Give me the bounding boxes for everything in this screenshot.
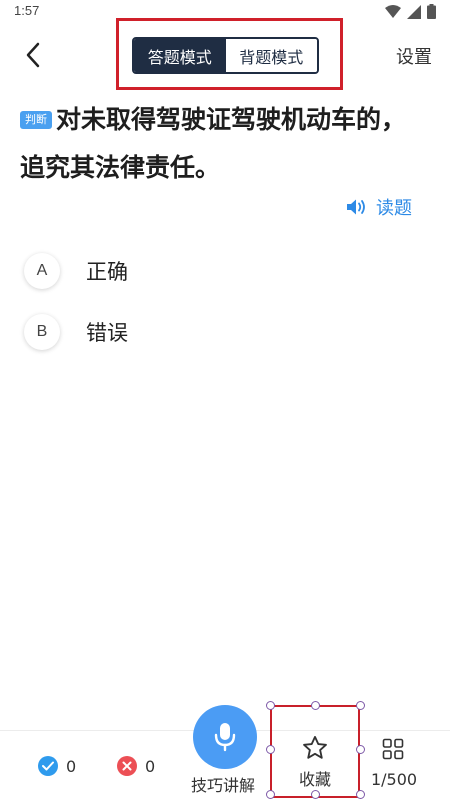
resize-handle[interactable] — [266, 745, 275, 754]
resize-handle[interactable] — [266, 790, 275, 799]
settings-button[interactable]: 设置 — [396, 43, 432, 69]
status-time: 1:57 — [14, 3, 40, 18]
option-b[interactable]: B 错误 — [24, 312, 424, 352]
option-letter: B — [24, 314, 60, 350]
option-text: 正确 — [86, 260, 128, 284]
cross-icon — [117, 756, 137, 776]
battery-icon — [427, 4, 436, 19]
option-letter: A — [24, 253, 60, 289]
read-aloud-button[interactable]: 读题 — [346, 194, 412, 220]
microphone-icon — [214, 723, 236, 752]
correct-count-value: 0 — [66, 756, 77, 776]
status-icons — [385, 4, 436, 19]
chevron-left-icon — [26, 42, 40, 68]
resize-handle[interactable] — [356, 701, 365, 710]
resize-handle[interactable] — [266, 701, 275, 710]
option-a[interactable]: A 正确 — [24, 251, 424, 291]
question: 判断 对未取得驾驶证驾驶机动车的，追究其法律责任。 — [20, 96, 420, 192]
wrong-count[interactable]: 0 — [117, 756, 155, 776]
header: 答题模式 背题模式 设置 — [0, 18, 450, 90]
question-grid-button[interactable]: 1/500 — [364, 734, 424, 796]
selection-box — [270, 705, 360, 798]
skill-explain-label[interactable]: 技巧讲解 — [191, 772, 255, 796]
progress-label: 1/500 — [370, 770, 418, 789]
voice-button[interactable] — [193, 705, 257, 769]
tab-answer-mode[interactable]: 答题模式 — [134, 39, 226, 72]
resize-handle[interactable] — [311, 790, 320, 799]
wrong-count-value: 0 — [145, 756, 156, 776]
grid-icon — [382, 738, 404, 760]
read-aloud-label: 读题 — [376, 198, 412, 219]
wifi-icon — [385, 4, 401, 18]
signal-icon — [407, 4, 421, 19]
option-text: 错误 — [86, 321, 128, 345]
question-type-badge: 判断 — [20, 111, 52, 129]
resize-handle[interactable] — [311, 701, 320, 710]
tab-recite-mode[interactable]: 背题模式 — [225, 39, 317, 72]
mode-toggle: 答题模式 背题模式 — [132, 37, 319, 74]
speaker-icon — [347, 199, 365, 215]
question-text: 对未取得驾驶证驾驶机动车的，追究其法律责任。 — [20, 105, 407, 182]
check-icon — [38, 756, 58, 776]
back-button[interactable] — [18, 40, 48, 70]
correct-count[interactable]: 0 — [38, 756, 76, 776]
